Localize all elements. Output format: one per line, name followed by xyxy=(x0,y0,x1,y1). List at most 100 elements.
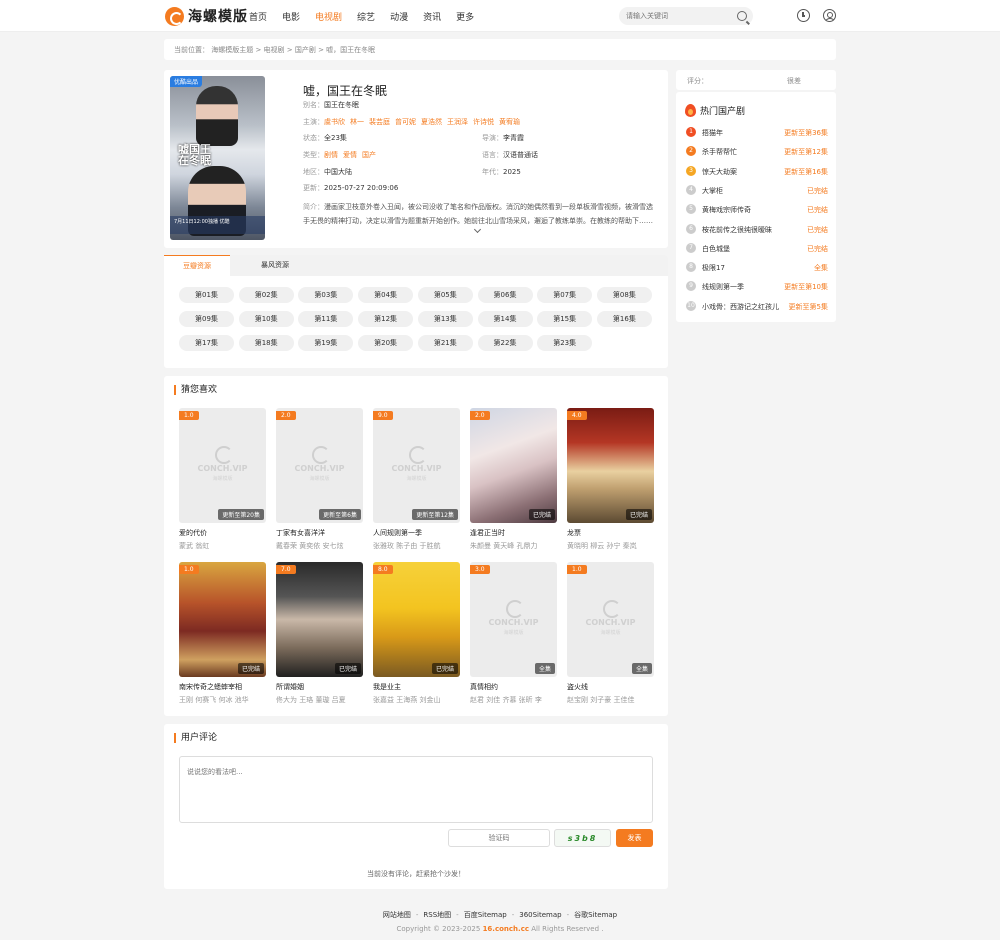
video-card[interactable]: CONCH.VIP 海螺模版 3.0 全集 真情相约 赵君 刘佳 齐慕 张昕 李 xyxy=(470,562,557,705)
episode-button[interactable]: 第18集 xyxy=(238,335,294,351)
video-card[interactable]: 8.0 已完结 我是业主 张嘉益 王海燕 刘金山 xyxy=(373,562,460,705)
hot-item-name[interactable]: 捂猫年 xyxy=(702,128,723,138)
footer-link[interactable]: 360Sitemap xyxy=(519,911,561,919)
hot-list-item[interactable]: 6 桉花前传之很纯很暧昧 已完结 xyxy=(686,223,828,236)
nav-item[interactable]: 更多 xyxy=(456,10,474,23)
episode-button[interactable]: 第20集 xyxy=(358,335,414,351)
captcha-image[interactable]: s3b8 xyxy=(554,829,611,847)
footer-link[interactable]: RSS地图 xyxy=(423,911,451,919)
history-clock-icon[interactable] xyxy=(797,9,810,22)
cast-link[interactable]: 黄宥瑜 xyxy=(499,118,520,126)
hot-item-name[interactable]: 线规则第一季 xyxy=(702,282,744,292)
video-card[interactable]: 2.0 已完结 逢君正当时 朱颜曼 黄天峰 孔鼎力 xyxy=(470,408,557,551)
footer-link[interactable]: 百度Sitemap xyxy=(464,911,507,919)
hot-item-name[interactable]: 极限17 xyxy=(702,263,725,273)
user-icon[interactable] xyxy=(823,9,836,22)
cast-link[interactable]: 虞书欣 xyxy=(324,118,345,126)
episode-button[interactable]: 第21集 xyxy=(417,335,473,351)
video-thumbnail[interactable]: 4.0 已完结 xyxy=(567,408,654,523)
episode-button[interactable]: 第04集 xyxy=(358,287,414,303)
video-thumbnail[interactable]: 8.0 已完结 xyxy=(373,562,460,677)
nav-item[interactable]: 首页 xyxy=(249,10,267,23)
video-title[interactable]: 真情相约 xyxy=(470,682,557,692)
episode-button[interactable]: 第03集 xyxy=(298,287,354,303)
genre-link[interactable]: 剧情 xyxy=(324,151,338,159)
episode-button[interactable]: 第05集 xyxy=(417,287,473,303)
nav-item[interactable]: 综艺 xyxy=(357,10,375,23)
hot-item-name[interactable]: 惊天大劫案 xyxy=(702,167,737,177)
footer-link[interactable]: 网站地图 xyxy=(383,911,411,919)
captcha-input[interactable] xyxy=(448,829,550,847)
cast-link[interactable]: 林一 xyxy=(350,118,364,126)
nav-item[interactable]: 电视剧 xyxy=(315,10,342,23)
episode-button[interactable]: 第15集 xyxy=(537,311,593,327)
cast-link[interactable]: 王润泽 xyxy=(447,118,468,126)
episode-button[interactable]: 第23集 xyxy=(537,335,593,351)
video-card[interactable]: CONCH.VIP 海螺模版 2.0 更新至第6集 丁家有女喜洋洋 戴春荣 黄奕依 安七炫 xyxy=(276,408,363,551)
hot-list-item[interactable]: 7 白色城堡 已完结 xyxy=(686,242,828,255)
episode-button[interactable]: 第17集 xyxy=(179,335,234,351)
video-title[interactable]: 龙票 xyxy=(567,528,654,538)
episode-button[interactable]: 第12集 xyxy=(358,311,414,327)
copyright-domain[interactable]: 16.conch.cc xyxy=(483,925,529,933)
episode-button[interactable]: 第22集 xyxy=(477,335,533,351)
episode-button[interactable]: 第01集 xyxy=(179,287,234,303)
episode-button[interactable]: 第16集 xyxy=(596,311,652,327)
hot-list-item[interactable]: 8 极限17 全集 xyxy=(686,262,828,274)
cast-link[interactable]: 曾可妮 xyxy=(395,118,416,126)
episode-button[interactable]: 第13集 xyxy=(417,311,473,327)
video-title[interactable]: 盗火线 xyxy=(567,682,654,692)
cast-link[interactable]: 许诗悦 xyxy=(473,118,494,126)
site-logo[interactable]: 海螺模版 xyxy=(165,6,248,26)
video-thumbnail[interactable]: CONCH.VIP 海螺模版 3.0 全集 xyxy=(470,562,557,677)
episode-button[interactable]: 第10集 xyxy=(238,311,294,327)
video-thumbnail[interactable]: CONCH.VIP 海螺模版 1.0 更新至第20集 xyxy=(179,408,266,523)
cast-link[interactable]: 夏浩然 xyxy=(421,118,442,126)
submit-comment-button[interactable]: 发表 xyxy=(616,829,653,847)
search-icon[interactable] xyxy=(737,11,747,21)
video-card[interactable]: CONCH.VIP 海螺模版 1.0 全集 盗火线 赵宝刚 刘子豪 王佳佳 xyxy=(567,562,654,705)
episode-button[interactable]: 第06集 xyxy=(477,287,533,303)
nav-item[interactable]: 电影 xyxy=(282,10,300,23)
genre-link[interactable]: 国产 xyxy=(362,151,376,159)
hot-list-item[interactable]: 10 小戏骨：西游记之红孩儿 更新至第5集 xyxy=(686,300,828,313)
episode-button[interactable]: 第14集 xyxy=(477,311,533,327)
video-card[interactable]: 4.0 已完结 龙票 黄晓明 柳云 孙宁 秦岚 xyxy=(567,408,654,551)
video-title[interactable]: 爱的代价 xyxy=(179,528,266,538)
genre-link[interactable]: 爱情 xyxy=(343,151,357,159)
hot-item-name[interactable]: 黄梅戏宗师传奇 xyxy=(702,205,751,215)
video-title[interactable]: 逢君正当时 xyxy=(470,528,557,538)
video-card[interactable]: 1.0 已完结 南宋传奇之蟋蟀宰相 王刚 何赛飞 何冰 池华 xyxy=(179,562,266,705)
video-card[interactable]: CONCH.VIP 海螺模版 1.0 更新至第20集 爱的代价 蒙武 翁虹 xyxy=(179,408,266,551)
director-value[interactable]: 李青霞 xyxy=(503,134,524,142)
hot-list-item[interactable]: 2 杀手帮帮忙 更新至第12集 xyxy=(686,146,828,158)
source-tab[interactable]: 暴风资源 xyxy=(242,255,308,276)
video-thumbnail[interactable]: CONCH.VIP 海螺模版 9.0 更新至第12集 xyxy=(373,408,460,523)
episode-button[interactable]: 第02集 xyxy=(238,287,294,303)
hot-list-item[interactable]: 9 线规则第一季 更新至第10集 xyxy=(686,281,828,293)
hot-item-name[interactable]: 小戏骨：西游记之红孩儿 xyxy=(702,302,779,312)
episode-button[interactable]: 第07集 xyxy=(537,287,593,303)
video-card[interactable]: CONCH.VIP 海螺模版 9.0 更新至第12集 人间规则第一季 张雅玫 陈子由 于胜… xyxy=(373,408,460,551)
search-input[interactable] xyxy=(619,7,727,25)
footer-link[interactable]: 谷歌Sitemap xyxy=(574,911,617,919)
video-title[interactable]: 我是业主 xyxy=(373,682,460,692)
hot-item-name[interactable]: 桉花前传之很纯很暧昧 xyxy=(702,225,772,235)
cast-link[interactable]: 裴芸庭 xyxy=(369,118,390,126)
video-poster[interactable]: 嘘国王在冬眠 7月11日12:00独播 优酷 优酷出品 xyxy=(170,76,265,240)
hot-list-item[interactable]: 1 捂猫年 更新至第36集 xyxy=(686,127,828,139)
hot-item-name[interactable]: 白色城堡 xyxy=(702,244,730,254)
episode-button[interactable]: 第11集 xyxy=(298,311,354,327)
hot-item-name[interactable]: 杀手帮帮忙 xyxy=(702,147,737,157)
source-tab[interactable]: 豆瓣资源 xyxy=(164,255,230,276)
video-title[interactable]: 所谓婚姻 xyxy=(276,682,363,692)
hot-list-item[interactable]: 4 大掌柜 已完结 xyxy=(686,184,828,197)
video-thumbnail[interactable]: CONCH.VIP 海螺模版 2.0 更新至第6集 xyxy=(276,408,363,523)
nav-item[interactable]: 资讯 xyxy=(423,10,441,23)
episode-button[interactable]: 第19集 xyxy=(298,335,354,351)
hot-item-name[interactable]: 大掌柜 xyxy=(702,186,723,196)
video-thumbnail[interactable]: 7.0 已完结 xyxy=(276,562,363,677)
video-card[interactable]: 7.0 已完结 所谓婚姻 佟大为 王珞 董璇 吕夏 xyxy=(276,562,363,705)
video-title[interactable]: 人间规则第一季 xyxy=(373,528,460,538)
hot-list-item[interactable]: 5 黄梅戏宗师传奇 已完结 xyxy=(686,204,828,216)
